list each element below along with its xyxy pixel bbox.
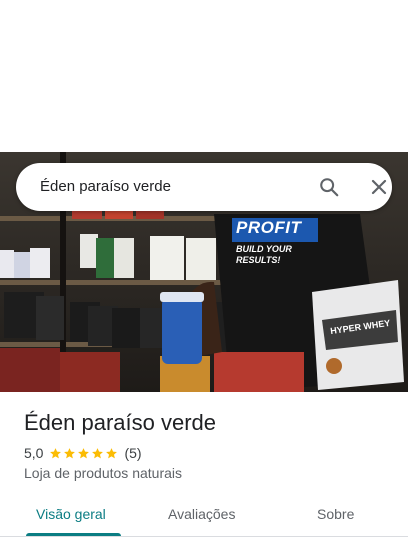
tab-about[interactable]: Sobre [317, 506, 354, 522]
shirt-brand-text: PROFIT [236, 218, 302, 237]
shirt-slogan-text: BUILD YOUR RESULTS! [236, 244, 292, 265]
search-input[interactable]: Éden paraíso verde [40, 178, 171, 195]
place-category: Loja de produtos naturais [24, 465, 182, 481]
star-icon [92, 447, 104, 458]
map-blank-area [0, 0, 408, 152]
search-icon[interactable] [318, 176, 340, 198]
star-icon [50, 447, 62, 458]
tab-overview[interactable]: Visão geral [36, 506, 106, 522]
place-tabs: Visão geral Avaliações Sobre [0, 496, 408, 537]
close-icon[interactable] [369, 177, 389, 197]
star-icon [106, 447, 118, 458]
tab-reviews[interactable]: Avaliações [168, 506, 235, 522]
rating-stars [49, 447, 119, 460]
star-icon [64, 447, 76, 458]
tabs-divider [0, 536, 408, 537]
review-count[interactable]: (5) [124, 445, 141, 461]
rating-value: 5,0 [24, 445, 44, 461]
search-bar[interactable]: Éden paraíso verde [16, 163, 392, 211]
star-icon [78, 447, 90, 458]
place-title: Éden paraíso verde [24, 410, 217, 435]
rating-row[interactable]: 5,0 (5) [24, 444, 142, 462]
